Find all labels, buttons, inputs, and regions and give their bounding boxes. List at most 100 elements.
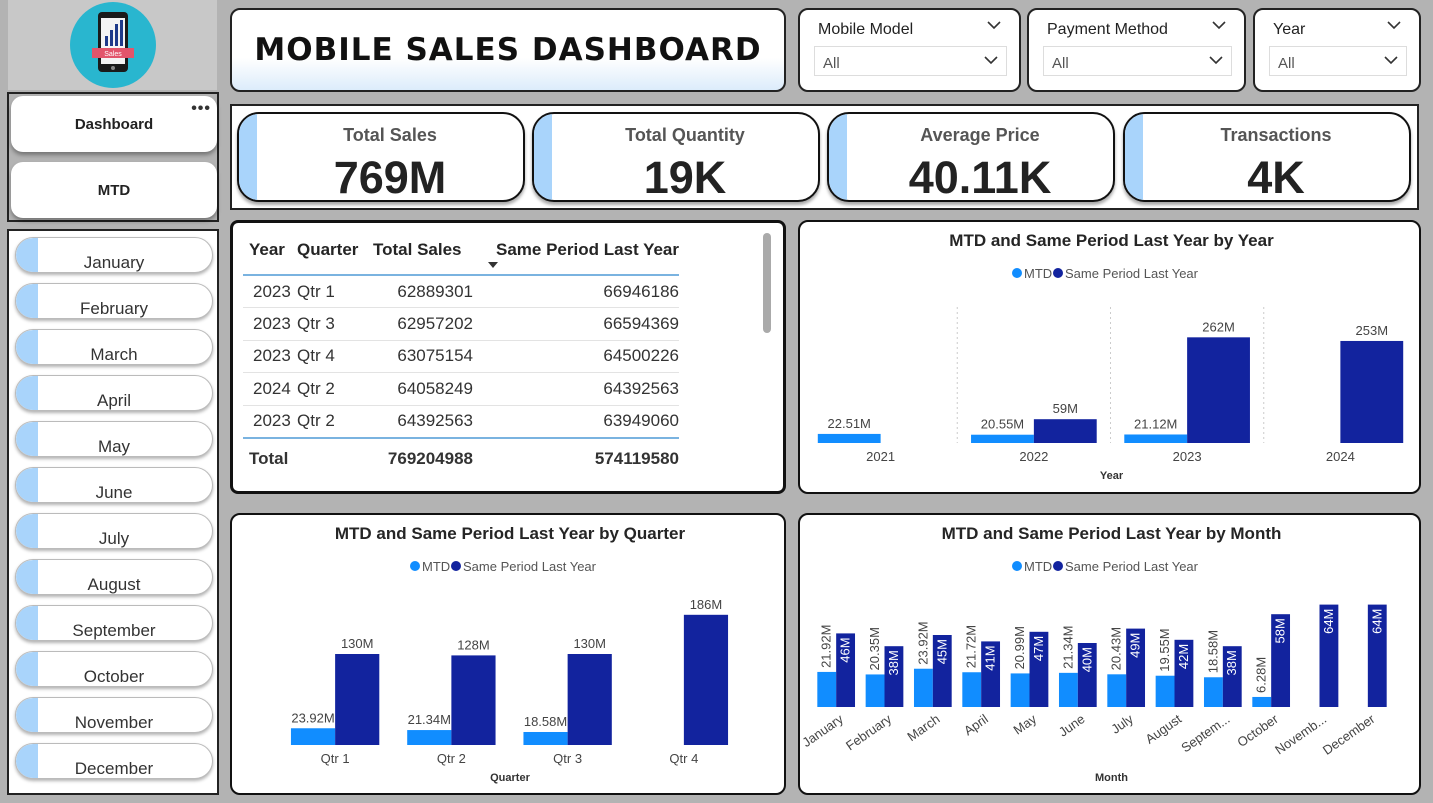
sort-descending-icon[interactable] <box>487 261 499 269</box>
column-header-same-period[interactable]: Same Period Last Year <box>473 237 679 276</box>
legend-marker <box>1053 268 1063 278</box>
data-label: 20.35M <box>867 627 882 670</box>
bar-mtd <box>865 674 885 707</box>
month-button-july[interactable]: July <box>15 513 213 549</box>
x-tick-label: Qtr 3 <box>553 751 582 766</box>
data-label: 47M <box>1031 636 1046 661</box>
table-cell: 64058249 <box>373 372 473 406</box>
data-label: 40M <box>1079 647 1094 672</box>
table-cell: 63075154 <box>373 340 473 373</box>
month-button-label: June <box>95 483 133 502</box>
table-scrollbar[interactable] <box>763 233 771 333</box>
table-cell: 2023 <box>243 275 297 308</box>
data-label: 19.55M <box>1157 628 1172 671</box>
x-tick-label: January <box>800 711 846 750</box>
column-header-year[interactable]: Year <box>243 237 297 276</box>
column-header-quarter[interactable]: Quarter <box>297 237 373 276</box>
data-label: 20.55M <box>981 417 1024 432</box>
month-button-march[interactable]: March <box>15 329 213 365</box>
legend-marker <box>1012 268 1022 278</box>
x-axis-title: Quarter <box>490 772 530 784</box>
payment-method-dropdown[interactable]: All <box>1043 46 1232 76</box>
month-button-october[interactable]: October <box>15 651 213 687</box>
payment-method-slicer[interactable]: Payment Method All <box>1027 8 1246 92</box>
x-tick-label: 2023 <box>1173 449 1202 464</box>
kpi-label: Average Price <box>920 125 1040 145</box>
x-tick-label: Qtr 4 <box>669 751 698 766</box>
chart-by-year: MTD and Same Period Last Year by Year MTD… <box>798 220 1421 494</box>
data-label: 18.58M <box>524 714 567 729</box>
data-label: 262M <box>1202 319 1235 334</box>
data-label: 23.92M <box>291 710 334 725</box>
year-slicer[interactable]: Year All <box>1253 8 1421 92</box>
chart-title: MTD and Same Period Last Year by Year <box>949 231 1274 250</box>
column-header-total-sales[interactable]: Total Sales <box>373 237 473 276</box>
table-cell: 2024 <box>243 372 297 406</box>
data-label: 20.43M <box>1109 627 1124 670</box>
slicer-value: All <box>823 55 840 72</box>
bar-mtd <box>962 672 982 707</box>
bar-mtd <box>1010 673 1030 707</box>
table-cell: 2023 <box>243 340 297 373</box>
kpi-label: Total Quantity <box>625 125 745 145</box>
month-button-february[interactable]: February <box>15 283 213 319</box>
table-cell: Qtr 1 <box>297 275 373 308</box>
slicer-title: Mobile Model <box>818 21 914 38</box>
data-label: 128M <box>457 637 490 652</box>
table-cell: 62889301 <box>373 275 473 308</box>
x-tick-label: Qtr 2 <box>437 751 466 766</box>
nav-dashboard-label: Dashboard <box>74 115 154 133</box>
month-button-label: April <box>96 391 131 410</box>
bar-same-period <box>1340 340 1404 443</box>
bar-mtd <box>817 671 837 707</box>
table-row[interactable]: 2023 Qtr 3 62957202 66594369 <box>243 307 679 341</box>
x-tick-label: April <box>961 711 991 738</box>
mobile-model-dropdown[interactable]: All <box>814 46 1007 76</box>
bar-same-period <box>1033 419 1097 443</box>
chart-title: MTD and Same Period Last Year by Quarter <box>335 524 686 543</box>
month-button-label: August <box>87 575 141 594</box>
month-button-december[interactable]: December <box>15 743 213 779</box>
data-label: 21.34M <box>408 712 451 727</box>
table-row[interactable]: 2023 Qtr 1 62889301 66946186 <box>243 275 679 308</box>
table-cell: Qtr 3 <box>297 307 373 341</box>
table-row[interactable]: 2023 Qtr 2 64392563 63949060 <box>243 405 679 438</box>
month-button-january[interactable]: January <box>15 237 213 273</box>
chevron-down-icon <box>1209 56 1223 65</box>
table-cell: Qtr 2 <box>297 405 373 438</box>
legend-marker <box>1053 561 1063 571</box>
table-row[interactable]: 2024 Qtr 2 64058249 64392563 <box>243 372 679 406</box>
bar-same-period <box>567 654 612 745</box>
nav-dashboard-button[interactable]: Dashboard ••• <box>11 96 217 152</box>
legend-marker <box>410 561 420 571</box>
month-button-november[interactable]: November <box>15 697 213 733</box>
month-button-september[interactable]: September <box>15 605 213 641</box>
x-tick-label: 2024 <box>1326 449 1355 464</box>
mobile-model-slicer[interactable]: Mobile Model All <box>798 8 1021 92</box>
kpi-label: Transactions <box>1220 125 1332 145</box>
chevron-down-icon[interactable] <box>1387 20 1401 30</box>
month-button-june[interactable]: June <box>15 467 213 503</box>
year-dropdown[interactable]: All <box>1269 46 1407 76</box>
chevron-down-icon <box>1384 56 1398 65</box>
data-label: 38M <box>886 650 901 675</box>
month-button-august[interactable]: August <box>15 559 213 595</box>
more-options-icon[interactable]: ••• <box>191 100 211 118</box>
nav-mtd-button[interactable]: MTD <box>11 162 217 218</box>
x-tick-label: 2022 <box>1019 449 1048 464</box>
chevron-down-icon[interactable] <box>987 20 1001 30</box>
kpi-value: 4K <box>1247 152 1305 202</box>
chart-title: MTD and Same Period Last Year by Month <box>942 524 1282 543</box>
x-tick-label: 2021 <box>866 449 895 464</box>
month-button-april[interactable]: April <box>15 375 213 411</box>
data-label: 58M <box>1273 618 1288 643</box>
month-button-may[interactable]: May <box>15 421 213 457</box>
table-cell: 64500226 <box>473 340 679 373</box>
kpi-value: 769M <box>333 152 447 202</box>
slicer-value: All <box>1052 55 1069 72</box>
table-row[interactable]: 2023 Qtr 4 63075154 64500226 <box>243 340 679 373</box>
bar-mtd <box>1252 696 1272 707</box>
logo-panel: Sales <box>8 0 217 90</box>
chevron-down-icon[interactable] <box>1212 20 1226 30</box>
x-tick-label: December <box>1320 711 1378 758</box>
